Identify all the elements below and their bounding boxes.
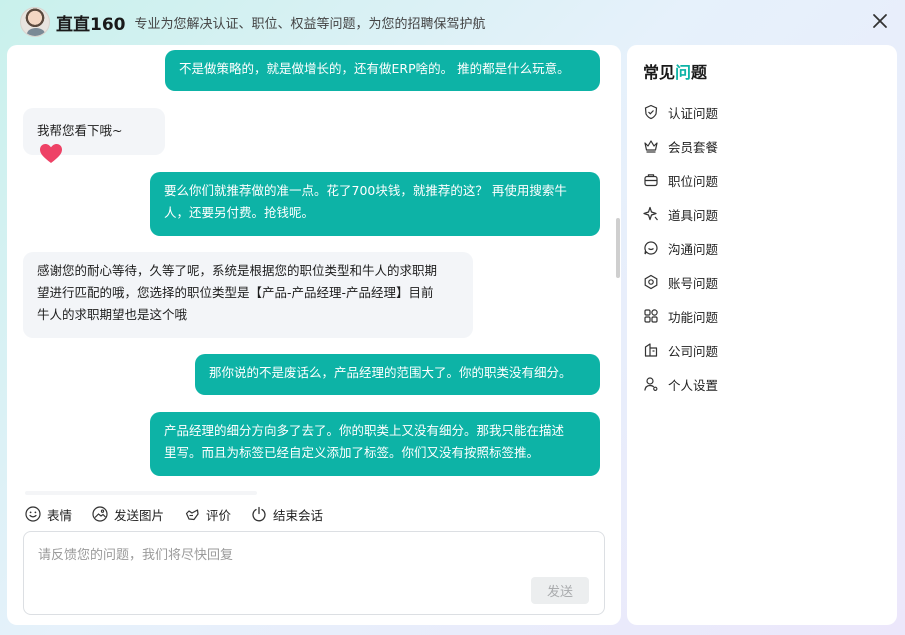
- crown-icon: [643, 138, 659, 154]
- message-user: 那你说的不是废话么，产品经理的范围大了。你的职类没有细分。: [195, 354, 600, 395]
- close-icon[interactable]: [871, 12, 889, 30]
- account-icon: [643, 274, 659, 290]
- faq-item-label: 功能问题: [668, 309, 719, 325]
- rate-label: 评价: [206, 507, 232, 523]
- emoji-button[interactable]: 表情: [25, 505, 72, 524]
- emoji-label: 表情: [47, 507, 73, 523]
- faq-item-label: 道具问题: [668, 207, 719, 223]
- sparkle-icon: [643, 206, 659, 222]
- person-icon: [643, 376, 659, 392]
- faq-item-account[interactable]: 账号问题: [643, 265, 883, 299]
- chat-scrollbar[interactable]: [616, 218, 620, 278]
- message-line: 要么你们就推荐做的准一点。花了700块钱，就推荐的这？ 再使用搜索牛: [164, 183, 567, 198]
- message-text: 不是做策略的，就是做增长的，还有做ERP啥的。 推的都是什么玩意。: [179, 61, 570, 76]
- avatar: [20, 7, 50, 37]
- end-session-button[interactable]: 结束会话: [251, 505, 323, 524]
- message-text: 我帮您看下哦~: [37, 123, 123, 138]
- message-line: 感谢您的耐心等待，久等了呢，系统是根据您的职位类型和牛人的求职期: [37, 263, 438, 278]
- end-session-label: 结束会话: [273, 507, 324, 523]
- faq-item-props[interactable]: 道具问题: [643, 197, 883, 231]
- faq-item-communication[interactable]: 沟通问题: [643, 231, 883, 265]
- faq-item-membership[interactable]: 会员套餐: [643, 129, 883, 163]
- message-user: 产品经理的细分方向多了去了。你的职类上又没有细分。那我只能在描述 里写。而且为标…: [150, 412, 600, 476]
- brand-title: 直直160: [56, 14, 126, 35]
- message-input-box: 发送: [23, 531, 605, 615]
- smile-icon: [25, 506, 41, 522]
- faq-title: 常见问题: [643, 59, 707, 83]
- faq-title-suffix: 题: [691, 63, 708, 82]
- send-button[interactable]: 发送: [531, 577, 589, 604]
- message-line: 牛人的求职期望也是这个哦: [37, 307, 188, 322]
- message-bot: 我帮您看下哦~: [23, 108, 165, 163]
- power-icon: [252, 506, 266, 522]
- faq-item-label: 认证问题: [668, 105, 719, 121]
- faq-list: 认证问题 会员套餐 职位问题 道具问题 沟通问题 账号问题 功能问题 公司问题 …: [643, 95, 883, 401]
- message-user: 要么你们就推荐做的准一点。花了700块钱，就推荐的这？ 再使用搜索牛 人，还要另…: [150, 172, 600, 236]
- message-line: 望进行匹配的哦，您选择的职位类型是【产品-产品经理-产品经理】目前: [37, 285, 434, 300]
- faq-item-label: 账号问题: [668, 275, 719, 291]
- shield-icon: [643, 104, 659, 120]
- image-icon: [92, 506, 108, 522]
- faq-item-personal-settings[interactable]: 个人设置: [643, 367, 883, 401]
- faq-item-label: 职位问题: [668, 173, 719, 189]
- faq-item-certification[interactable]: 认证问题: [643, 95, 883, 129]
- faq-item-label: 会员套餐: [668, 139, 719, 155]
- message-line: 人，还要另付费。抢钱呢。: [164, 205, 315, 220]
- faq-item-label: 个人设置: [668, 377, 719, 393]
- chat-icon: [643, 240, 659, 256]
- message-user: 不是做策略的，就是做增长的，还有做ERP啥的。 推的都是什么玩意。: [165, 50, 600, 91]
- message-line: 产品经理的细分方向多了去了。你的职类上又没有细分。那我只能在描述: [164, 423, 565, 438]
- send-image-label: 发送图片: [114, 507, 165, 523]
- building-icon: [643, 342, 659, 358]
- faq-item-label: 沟通问题: [668, 241, 719, 257]
- brand-tagline: 专业为您解决认证、职位、权益等问题，为您的招聘保驾护航: [134, 16, 486, 32]
- grid-icon: [643, 308, 659, 324]
- heart-icon: [40, 143, 62, 163]
- send-image-button[interactable]: 发送图片: [92, 505, 164, 524]
- briefcase-icon: [643, 172, 659, 188]
- faq-item-label: 公司问题: [668, 343, 719, 359]
- faq-title-prefix: 常见: [643, 63, 676, 82]
- rate-button[interactable]: 评价: [184, 505, 231, 524]
- divider: [25, 491, 257, 495]
- message-line: 里写。而且为标签已经自定义添加了标签。你们又没有按照标签推。: [164, 445, 540, 460]
- faq-item-company[interactable]: 公司问题: [643, 333, 883, 367]
- faq-item-position[interactable]: 职位问题: [643, 163, 883, 197]
- message-list: 不是做策略的，就是做增长的，还有做ERP啥的。 推的都是什么玩意。 我帮您看下哦…: [7, 45, 621, 493]
- chat-toolbar: 表情 发送图片 评价 结束会话: [25, 503, 323, 525]
- faq-title-accent: 问: [675, 63, 692, 82]
- hand-icon: [185, 509, 199, 521]
- message-text: 那你说的不是废话么，产品经理的范围大了。你的职类没有细分。: [209, 365, 572, 380]
- chat-panel: 不是做策略的，就是做增长的，还有做ERP啥的。 推的都是什么玩意。 我帮您看下哦…: [7, 45, 621, 625]
- message-input[interactable]: [38, 544, 588, 572]
- top-header: 直直160 专业为您解决认证、职位、权益等问题，为您的招聘保驾护航: [0, 0, 905, 44]
- faq-item-feature[interactable]: 功能问题: [643, 299, 883, 333]
- faq-panel: 常见问题 认证问题 会员套餐 职位问题 道具问题 沟通问题 账号问题 功能问题 …: [627, 45, 897, 625]
- message-bot: 感谢您的耐心等待，久等了呢，系统是根据您的职位类型和牛人的求职期 望进行匹配的哦…: [23, 252, 473, 338]
